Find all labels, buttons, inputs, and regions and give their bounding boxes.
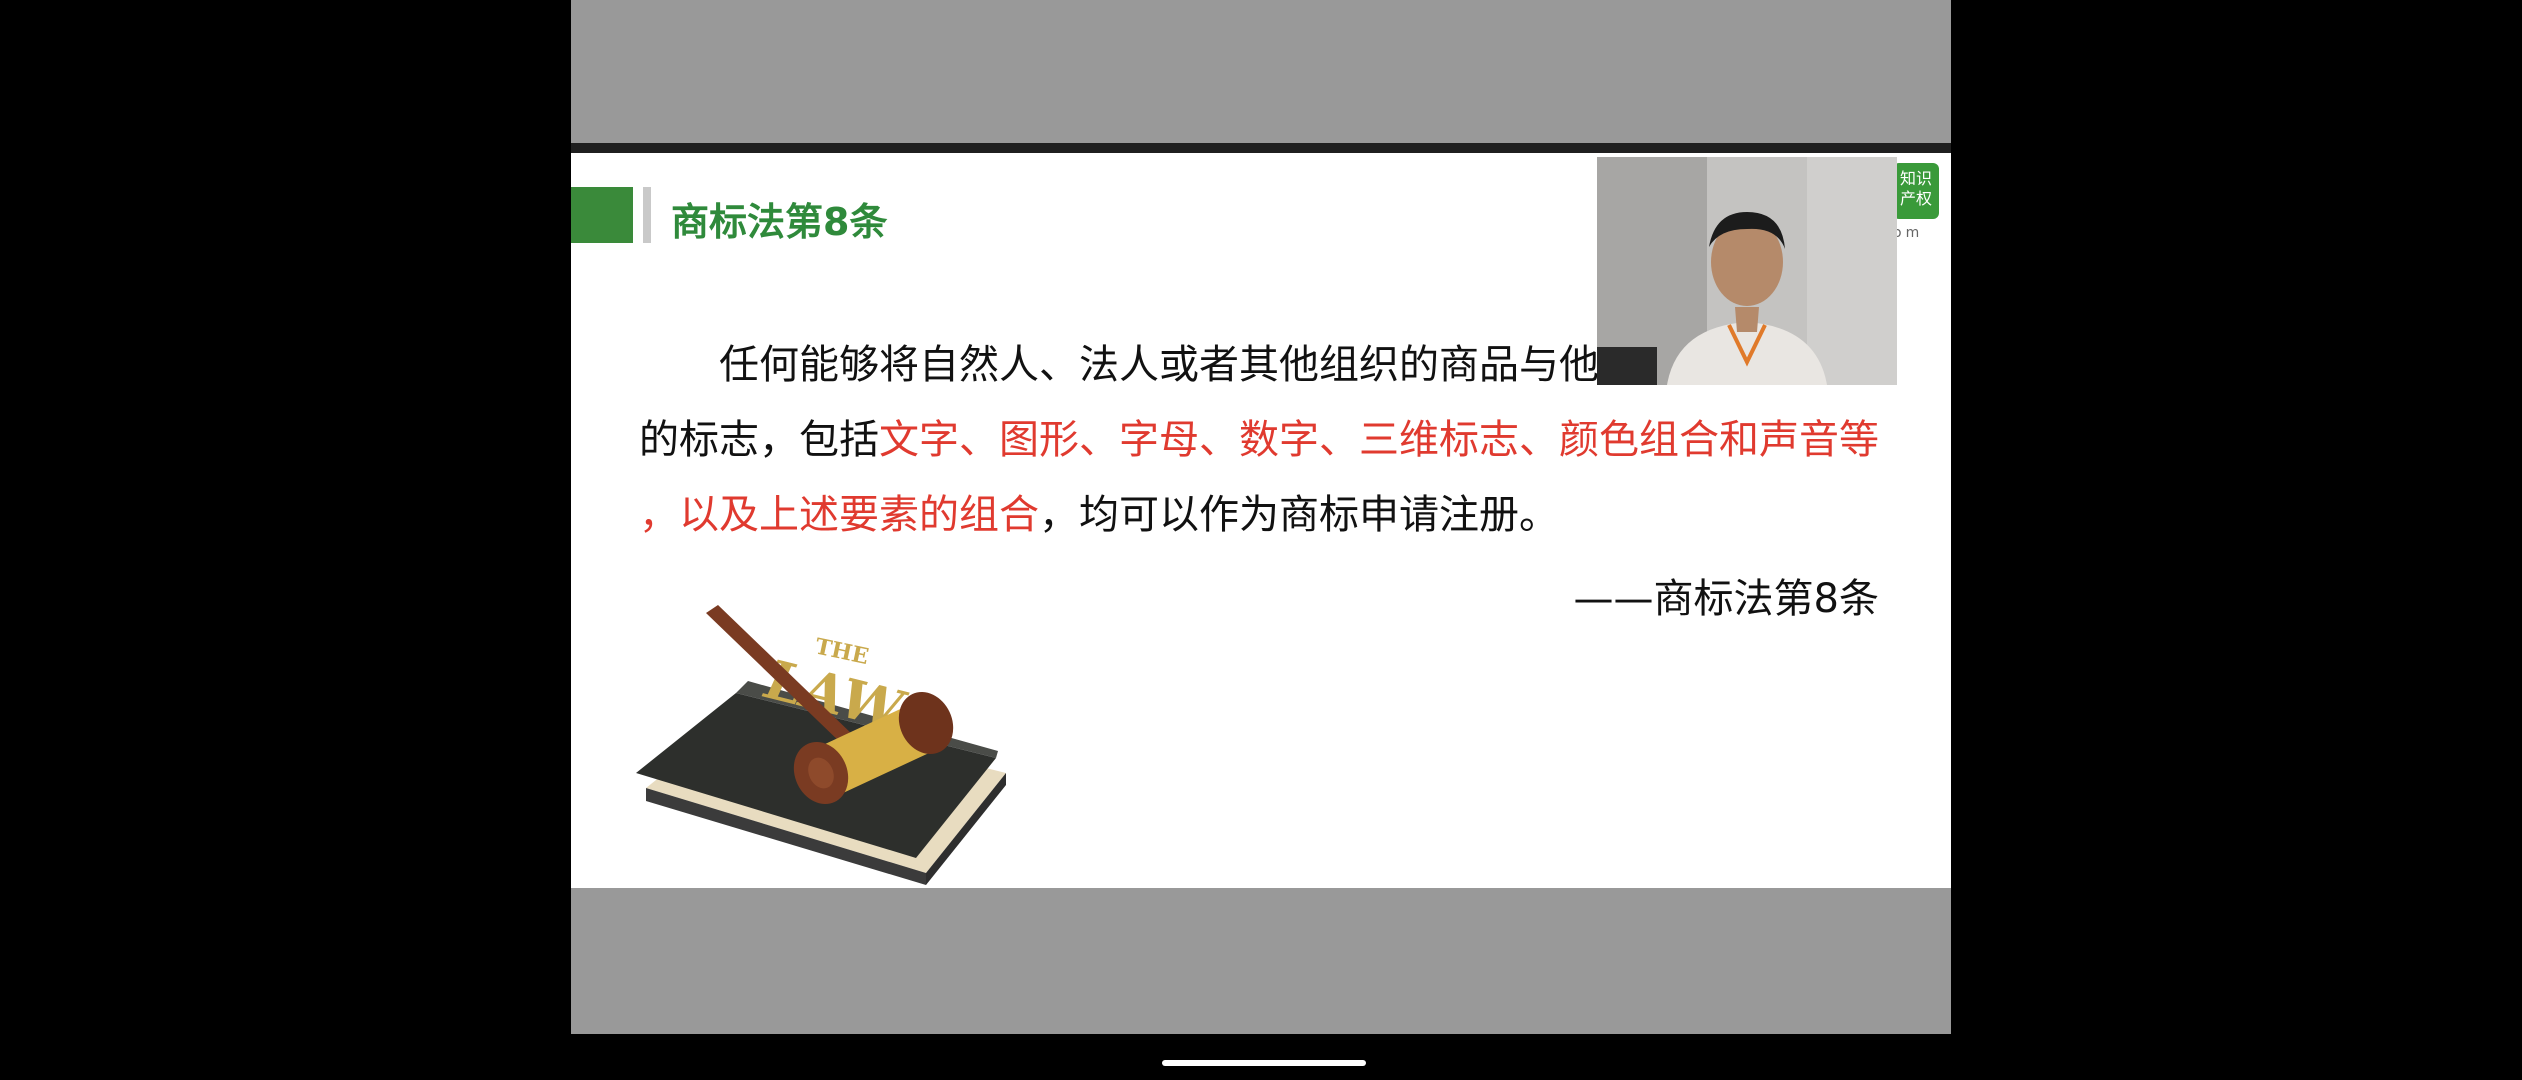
logo-subtext: om (1893, 225, 1924, 241)
header-rule (643, 187, 651, 243)
header-accent-bar (571, 187, 633, 243)
body-part3: ，均可以作为商标申请注册。 (1039, 492, 1559, 538)
law-book-image: THE LAW (636, 605, 1006, 885)
slide-top-border (571, 143, 1951, 153)
slide-title: 商标法第8条 (671, 200, 888, 244)
body-part1: 任何能够将自然人、法人或者其他组织的商品与他 (719, 342, 1599, 388)
video-player[interactable]: 商标法第8条 知识产权 om 任何能够将自然人、法人或者其他组织的商品与他的标志… (571, 0, 1951, 1034)
brand-logo: 知识产权 (1893, 163, 1939, 219)
body-highlight2: ，以及上述要素的组合 (639, 492, 1039, 538)
body-highlight1: 文字、图形、字母、数字、三维标志、颜色组合和声音等 (879, 417, 1879, 463)
presentation-slide: 商标法第8条 知识产权 om 任何能够将自然人、法人或者其他组织的商品与他的标志… (571, 153, 1951, 888)
home-indicator[interactable] (1162, 1060, 1366, 1066)
webcam-person (1597, 157, 1897, 385)
screen: 商标法第8条 知识产权 om 任何能够将自然人、法人或者其他组织的商品与他的标志… (0, 0, 2522, 1080)
webcam-feed (1597, 157, 1897, 385)
body-part2: 的标志，包括 (639, 417, 879, 463)
citation: ——商标法第8条 (1573, 576, 1879, 622)
logo-text: 知识产权 (1899, 169, 1932, 208)
